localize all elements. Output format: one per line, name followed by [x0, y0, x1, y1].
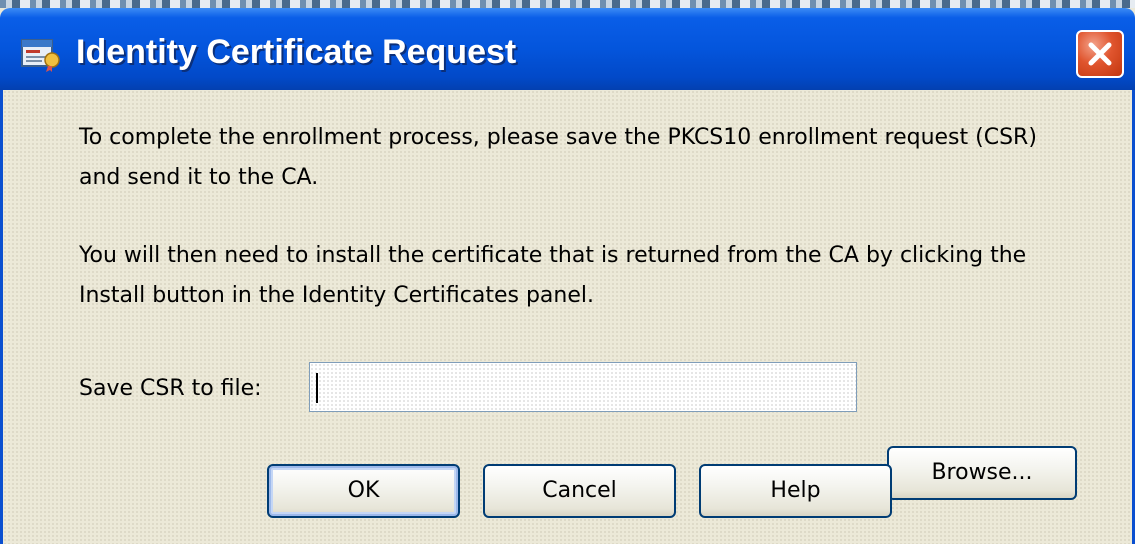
instruction-text-save: To complete the enrollment process, plea…	[79, 125, 1037, 190]
identity-certificate-request-dialog: Identity Certificate Request To complete…	[0, 8, 1135, 544]
dialog-body: To complete the enrollment process, plea…	[0, 90, 1135, 544]
help-button[interactable]: Help	[699, 464, 892, 518]
save-csr-file-input[interactable]	[309, 362, 857, 412]
instruction-text-install: You will then need to install the certif…	[79, 243, 1027, 308]
cancel-button[interactable]: Cancel	[483, 464, 676, 518]
dialog-title: Identity Certificate Request	[76, 33, 517, 71]
ok-button[interactable]: OK	[267, 464, 460, 518]
browse-button[interactable]: Browse...	[887, 446, 1077, 500]
save-csr-label: Save CSR to file:	[79, 376, 262, 401]
text-caret	[316, 373, 318, 403]
title-bar[interactable]: Identity Certificate Request	[0, 8, 1135, 90]
certificate-window-icon	[20, 36, 62, 72]
close-button[interactable]	[1076, 30, 1124, 78]
